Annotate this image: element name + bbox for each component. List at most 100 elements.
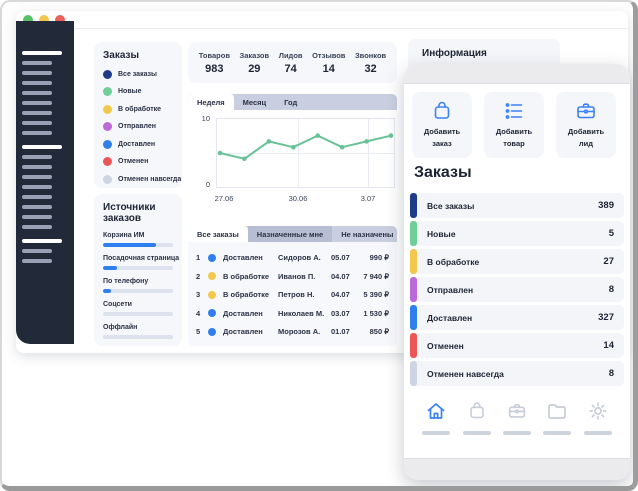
table-row[interactable]: 1 Доставлен Сидоров А. 05.07 990 ₽ — [196, 249, 389, 266]
source-progress-fill — [103, 289, 111, 293]
source-item-label: Оффлайн — [103, 324, 173, 331]
table-row[interactable]: 3 В обработке Петров Н. 04.07 5 390 ₽ — [196, 286, 389, 303]
stat-value: 74 — [279, 63, 303, 75]
order-status-row[interactable]: Новые 5 — [410, 221, 624, 246]
legend-item-label: Все заказы — [118, 71, 157, 78]
sidebar-skeleton-line — [22, 185, 52, 189]
status-dot-icon — [103, 140, 112, 149]
legend-item[interactable]: Все заказы — [103, 70, 173, 79]
sidebar-skeleton-line — [22, 51, 62, 55]
sidebar-skeleton-line — [22, 175, 52, 179]
nav-sidebar[interactable] — [16, 21, 74, 344]
row-customer: Николаев М. — [278, 309, 331, 318]
sidebar-skeleton-line — [22, 259, 52, 263]
status-color-bar — [410, 249, 417, 274]
x-axis-tick: 30.06 — [278, 194, 318, 203]
status-color-bar — [410, 221, 417, 246]
row-price: 5 390 ₽ — [362, 290, 389, 299]
info-card-title: Информация — [422, 48, 546, 59]
row-number: 5 — [196, 327, 208, 336]
legend-item[interactable]: Отменен — [103, 157, 173, 166]
mobile-panel: Добавитьзаказ Добавитьтовар Добавить — [404, 64, 630, 480]
stat-label: Звонков — [355, 51, 386, 60]
chart-period-tab[interactable]: Месяц — [234, 94, 275, 110]
panel-orders-title: Заказы — [414, 164, 472, 182]
table-row[interactable]: 5 Доставлен Морозов А. 01.07 850 ₽ — [196, 323, 389, 340]
nav-files-button[interactable] — [543, 400, 571, 435]
legend-item[interactable]: Отправлен — [103, 122, 173, 131]
add-order-button[interactable]: Добавитьзаказ — [412, 92, 472, 158]
legend-item[interactable]: В обработке — [103, 105, 173, 114]
legend-item-label: Отправлен — [118, 123, 156, 130]
line-chart-plot — [216, 118, 395, 188]
order-status-count: 327 — [598, 312, 614, 323]
status-dot-icon — [103, 157, 112, 166]
y-axis-tick-max: 10 — [194, 114, 210, 123]
orders-table-tab[interactable]: Не назначены — [332, 226, 397, 242]
legend-item[interactable]: Отменен навсегда — [103, 175, 173, 184]
window-titlebar — [16, 11, 628, 29]
stat-value: 29 — [240, 63, 270, 75]
legend-item[interactable]: Новые — [103, 87, 173, 96]
chart-period-tab[interactable]: Год — [275, 94, 306, 110]
stat-item: Товаров 983 — [199, 51, 230, 75]
nav-underline — [543, 431, 571, 435]
legend-item-label: Новые — [118, 88, 142, 95]
row-date: 03.07 — [331, 309, 362, 318]
orders-table-tab[interactable]: Назначенные мне — [248, 226, 332, 242]
order-status-label: Все заказы — [427, 201, 474, 211]
stats-card: Товаров 983 Заказов 29 Лидов 74 Отзывов … — [188, 42, 397, 83]
order-status-row[interactable]: В обработке 27 — [410, 249, 624, 274]
status-dot-icon — [208, 254, 216, 262]
add-product-button[interactable]: Добавитьтовар — [484, 92, 544, 158]
order-status-row[interactable]: Доставлен 327 — [410, 305, 624, 330]
sidebar-skeleton-line — [22, 61, 52, 65]
source-progress-fill — [103, 266, 117, 270]
row-date: 04.07 — [331, 290, 362, 299]
nav-underline — [463, 431, 491, 435]
row-price: 850 ₽ — [362, 327, 389, 336]
order-status-row[interactable]: Отправлен 8 — [410, 277, 624, 302]
order-status-count: 8 — [609, 368, 614, 379]
nav-settings-button[interactable] — [584, 400, 612, 435]
legend-item[interactable]: Доставлен — [103, 140, 173, 149]
order-status-count: 14 — [603, 340, 614, 351]
row-customer: Петров Н. — [278, 290, 331, 299]
order-status-label: Отменен — [427, 341, 464, 351]
add-order-label: Добавитьзаказ — [424, 126, 460, 149]
order-status-row[interactable]: Отменен 14 — [410, 333, 624, 358]
table-row[interactable]: 4 Доставлен Николаев М. 03.07 1 530 ₽ — [196, 305, 389, 322]
row-status: В обработке — [223, 272, 278, 281]
order-sources-card: Источники заказов Корзина ИМ Посадочная … — [94, 194, 182, 346]
stat-label: Заказов — [240, 51, 270, 60]
x-axis-tick: 27.06 — [204, 194, 244, 203]
y-axis-tick-min: 0 — [194, 180, 210, 189]
nav-home-button[interactable] — [422, 400, 450, 435]
nav-orders-button[interactable] — [463, 400, 491, 435]
row-date: 01.07 — [331, 327, 362, 336]
add-lead-button[interactable]: Добавитьлид — [556, 92, 616, 158]
source-progress-track — [103, 312, 173, 316]
sidebar-skeleton-line — [22, 131, 52, 135]
bag-icon — [430, 99, 454, 123]
status-color-bar — [410, 333, 417, 358]
gear-icon — [587, 400, 609, 422]
order-status-row[interactable]: Отменен навсегда 8 — [410, 361, 624, 386]
order-status-count: 8 — [609, 284, 614, 295]
folder-icon — [546, 400, 568, 422]
orders-table-tab[interactable]: Все заказы — [188, 226, 248, 242]
sidebar-skeleton-line — [22, 215, 52, 219]
sidebar-skeleton-line — [22, 71, 52, 75]
sidebar-skeleton-line — [22, 239, 62, 243]
panel-orders-list: Все заказы 389 Новые 5 В обработке 27 — [410, 193, 624, 389]
order-status-row[interactable]: Все заказы 389 — [410, 193, 624, 218]
source-progress-track — [103, 335, 173, 339]
orders-table: 1 Доставлен Сидоров А. 05.07 990 ₽ 2 В о… — [188, 242, 397, 346]
chart-period-tab[interactable]: Неделя — [188, 94, 234, 110]
row-status: Доставлен — [223, 309, 278, 318]
source-item: По телефону — [103, 278, 173, 293]
row-number: 1 — [196, 253, 208, 262]
row-customer: Иванов П. — [278, 272, 331, 281]
nav-leads-button[interactable] — [503, 400, 531, 435]
table-row[interactable]: 2 В обработке Иванов П. 04.07 7 940 ₽ — [196, 268, 389, 285]
